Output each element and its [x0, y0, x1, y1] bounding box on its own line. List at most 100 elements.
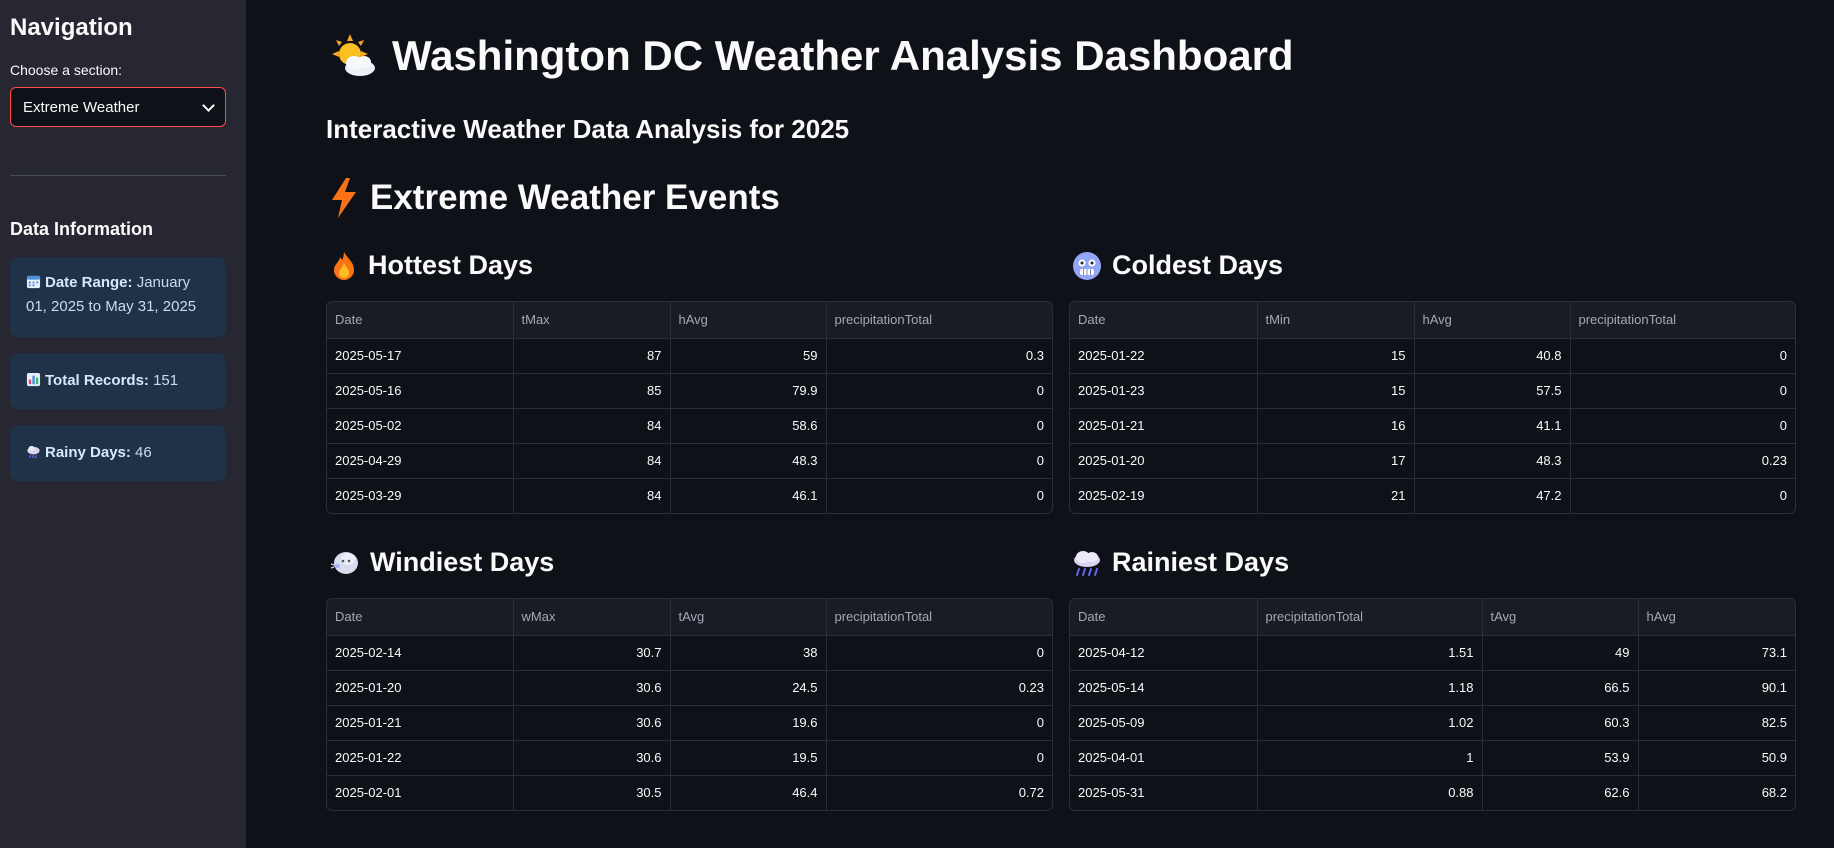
- table-cell[interactable]: 0: [826, 478, 1052, 513]
- table-cell[interactable]: 60.3: [1482, 705, 1639, 741]
- table-cell[interactable]: 0: [1570, 373, 1795, 409]
- table-cell[interactable]: 58.6: [670, 408, 827, 444]
- table-cell[interactable]: 0: [826, 740, 1052, 776]
- table-cell[interactable]: 2025-05-02: [327, 408, 514, 444]
- table-cell[interactable]: 41.1: [1414, 408, 1571, 444]
- table-cell[interactable]: 2025-01-20: [1070, 443, 1258, 479]
- table-cell[interactable]: 82.5: [1638, 705, 1795, 741]
- table-cell[interactable]: 2025-05-31: [1070, 775, 1258, 810]
- table-cell[interactable]: 48.3: [670, 443, 827, 479]
- table-cell[interactable]: 2025-02-01: [327, 775, 514, 810]
- table-cell[interactable]: 53.9: [1482, 740, 1639, 776]
- table-cell[interactable]: 2025-04-12: [1070, 635, 1258, 671]
- table-cell[interactable]: 85: [513, 373, 671, 409]
- table-cell[interactable]: 1.02: [1257, 705, 1483, 741]
- table-cell[interactable]: 2025-05-14: [1070, 670, 1258, 706]
- section-select[interactable]: Extreme Weather: [10, 87, 226, 127]
- table-cell[interactable]: 57.5: [1414, 373, 1571, 409]
- table-cell[interactable]: 0: [1570, 338, 1795, 374]
- table-cell[interactable]: 2025-01-22: [327, 740, 514, 776]
- table-cell[interactable]: 87: [513, 338, 671, 374]
- table-cell[interactable]: 15: [1257, 373, 1415, 409]
- table-cell[interactable]: 90.1: [1638, 670, 1795, 706]
- table-cell[interactable]: 38: [670, 635, 827, 671]
- table-cell[interactable]: 1.51: [1257, 635, 1483, 671]
- table-cell[interactable]: 1.18: [1257, 670, 1483, 706]
- column-header[interactable]: tAvg: [1482, 599, 1639, 636]
- column-header[interactable]: tMax: [513, 302, 671, 339]
- column-header[interactable]: Date: [327, 599, 514, 636]
- table-cell[interactable]: 2025-01-22: [1070, 338, 1258, 374]
- column-header[interactable]: precipitationTotal: [826, 599, 1052, 636]
- table-cell[interactable]: 2025-05-17: [327, 338, 514, 374]
- column-header[interactable]: hAvg: [1638, 599, 1795, 636]
- table-cell[interactable]: 30.7: [513, 635, 671, 671]
- table-cell[interactable]: 68.2: [1638, 775, 1795, 810]
- table-cell[interactable]: 79.9: [670, 373, 827, 409]
- table-cell[interactable]: 46.1: [670, 478, 827, 513]
- table-cell[interactable]: 15: [1257, 338, 1415, 374]
- table-cell[interactable]: 2025-01-21: [327, 705, 514, 741]
- column-header[interactable]: wMax: [513, 599, 671, 636]
- column-header[interactable]: precipitationTotal: [1257, 599, 1483, 636]
- table-cell[interactable]: 0: [826, 408, 1052, 444]
- table-cell[interactable]: 50.9: [1638, 740, 1795, 776]
- table-cell[interactable]: 2025-05-09: [1070, 705, 1258, 741]
- table-cell[interactable]: 47.2: [1414, 478, 1571, 513]
- table-cell[interactable]: 30.6: [513, 670, 671, 706]
- table-cell[interactable]: 2025-01-23: [1070, 373, 1258, 409]
- table-cell[interactable]: 2025-04-29: [327, 443, 514, 479]
- table-cell[interactable]: 2025-01-20: [327, 670, 514, 706]
- sidebar: Navigation Choose a section: Extreme Wea…: [0, 0, 246, 848]
- table-cell[interactable]: 17: [1257, 443, 1415, 479]
- column-header[interactable]: hAvg: [1414, 302, 1571, 339]
- table-cell[interactable]: 2025-04-01: [1070, 740, 1258, 776]
- table-cell[interactable]: 66.5: [1482, 670, 1639, 706]
- table-cell[interactable]: 16: [1257, 408, 1415, 444]
- table-cell[interactable]: 84: [513, 443, 671, 479]
- table-cell[interactable]: 30.5: [513, 775, 671, 810]
- column-header[interactable]: precipitationTotal: [826, 302, 1052, 339]
- table-cell[interactable]: 19.5: [670, 740, 827, 776]
- table-cell[interactable]: 84: [513, 408, 671, 444]
- table-cell[interactable]: 30.6: [513, 705, 671, 741]
- column-header[interactable]: Date: [327, 302, 514, 339]
- table-cell[interactable]: 73.1: [1638, 635, 1795, 671]
- table-cell[interactable]: 0.88: [1257, 775, 1483, 810]
- table-cell[interactable]: 46.4: [670, 775, 827, 810]
- table-cell[interactable]: 62.6: [1482, 775, 1639, 810]
- table-cell[interactable]: 0: [826, 443, 1052, 479]
- column-header[interactable]: Date: [1070, 599, 1258, 636]
- table-cell[interactable]: 0: [826, 373, 1052, 409]
- table-cell[interactable]: 0: [1570, 478, 1795, 513]
- table-cell[interactable]: 2025-02-19: [1070, 478, 1258, 513]
- table-cell[interactable]: 2025-03-29: [327, 478, 514, 513]
- column-header[interactable]: tMin: [1257, 302, 1415, 339]
- table-cell[interactable]: 30.6: [513, 740, 671, 776]
- total-records-label: Total Records:: [45, 372, 149, 389]
- table-cell[interactable]: 2025-01-21: [1070, 408, 1258, 444]
- table-cell[interactable]: 59: [670, 338, 827, 374]
- table-cell[interactable]: 84: [513, 478, 671, 513]
- table-cell[interactable]: 21: [1257, 478, 1415, 513]
- table-cell[interactable]: 0: [1570, 408, 1795, 444]
- table-cell[interactable]: 0.72: [826, 775, 1052, 810]
- table-cell[interactable]: 0: [826, 635, 1052, 671]
- table-cell[interactable]: 0.3: [826, 338, 1052, 374]
- column-header[interactable]: Date: [1070, 302, 1258, 339]
- table-cell[interactable]: 2025-02-14: [327, 635, 514, 671]
- table-cell[interactable]: 24.5: [670, 670, 827, 706]
- table-cell[interactable]: 48.3: [1414, 443, 1571, 479]
- table-cell[interactable]: 0.23: [826, 670, 1052, 706]
- table-cell[interactable]: 1: [1257, 740, 1483, 776]
- table-cell[interactable]: 40.8: [1414, 338, 1571, 374]
- table-cell[interactable]: 2025-05-16: [327, 373, 514, 409]
- table-cell[interactable]: 0: [826, 705, 1052, 741]
- table-cell[interactable]: 49: [1482, 635, 1639, 671]
- table-cell[interactable]: 19.6: [670, 705, 827, 741]
- column-header[interactable]: tAvg: [670, 599, 827, 636]
- total-records-card: Total Records: 151: [10, 353, 226, 409]
- column-header[interactable]: precipitationTotal: [1570, 302, 1795, 339]
- table-cell[interactable]: 0.23: [1570, 443, 1795, 479]
- column-header[interactable]: hAvg: [670, 302, 827, 339]
